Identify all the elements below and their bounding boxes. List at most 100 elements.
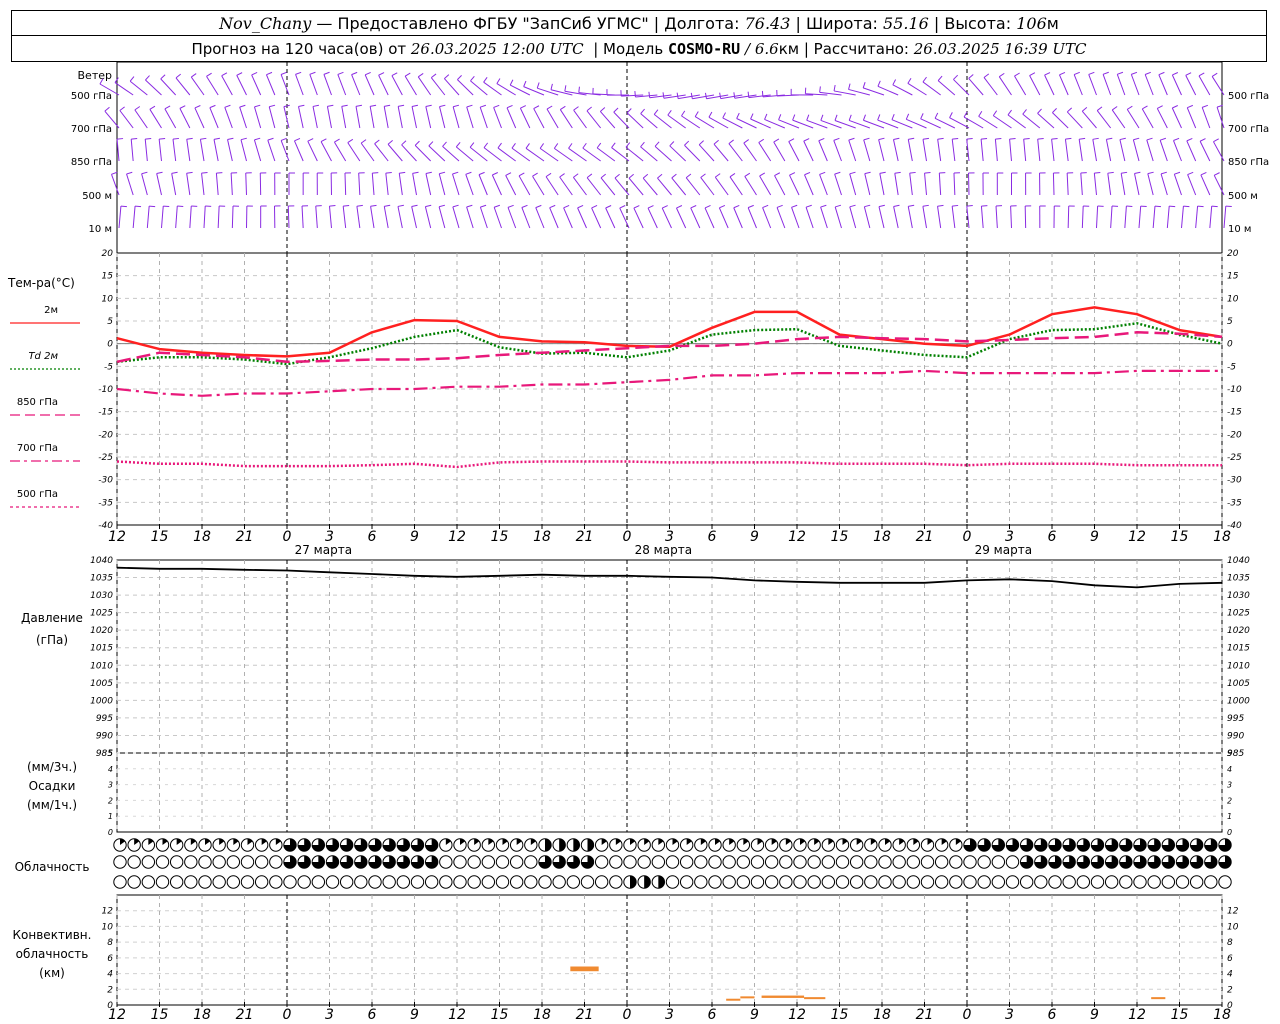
cloud-symbol [1034, 875, 1048, 889]
wind-barb-flag [848, 137, 855, 141]
wind-barb-flag [384, 104, 391, 107]
wind-barb-flag [848, 83, 851, 90]
wind-barb-flag [455, 141, 461, 148]
wind-barb [239, 106, 247, 129]
wind-barb-flag [818, 137, 825, 142]
wind-barb-flag [1186, 137, 1193, 142]
time-axis-bottom-label: 18 [873, 1007, 891, 1023]
wind-level-label-right: 700 гПа [1228, 124, 1269, 135]
pres-ytick-right: 1015 [1227, 644, 1250, 654]
wind-barb [1171, 74, 1182, 96]
pres-ytick-right: 1040 [1227, 556, 1250, 566]
pres-ytick-left: 1030 [90, 591, 113, 601]
wind-barb-flag [671, 173, 677, 179]
wind-barb-flag [507, 204, 514, 208]
wind-barb [559, 109, 573, 129]
wind-barb [1105, 139, 1112, 162]
wind-barb-flag [573, 106, 579, 111]
wind-barb [596, 147, 616, 162]
wind-barb [430, 77, 446, 96]
wind-barb-flag [759, 172, 766, 177]
wind-barb [126, 173, 134, 196]
prec-ytick-right: 0 [1227, 828, 1232, 837]
wind-barb [179, 108, 191, 129]
legend-label-3: 700 гПа [17, 443, 58, 454]
wind-barb [397, 106, 403, 129]
wind-barb-flag [952, 137, 959, 140]
wind-barb-flag [685, 173, 692, 179]
wind-barb-flag [803, 138, 810, 142]
wind-barb [535, 207, 545, 229]
pres-ytick-right: 1000 [1227, 696, 1250, 706]
precip-label: Осадки [29, 779, 76, 793]
wind-barb [491, 174, 502, 196]
wind-barb [141, 173, 148, 196]
wind-barb [1066, 111, 1083, 129]
wind-barb [1088, 74, 1097, 96]
wind-barb-flag [1131, 71, 1138, 75]
wind-barb-flag [1111, 106, 1118, 111]
wind-barb-flag [908, 204, 915, 207]
wind-barb [1187, 174, 1197, 196]
wind-barb-flag [833, 84, 836, 92]
cloud-symbol [1175, 875, 1190, 889]
wind-barb-flag [428, 141, 434, 147]
wind-barb-flag [862, 82, 866, 89]
wind-barb-flag [586, 106, 592, 112]
wind-barb-flag [438, 204, 446, 208]
wind-barb [360, 142, 375, 162]
wind-barb [849, 206, 857, 229]
wind-barb-flag [613, 107, 619, 113]
temp-ytick-right: 0 [1227, 340, 1233, 350]
wind-barb [146, 206, 150, 229]
wind-barb-flag [849, 204, 856, 208]
wind-barb [186, 139, 191, 162]
time-axis-bottom-label: 6 [1048, 1007, 1057, 1023]
wind-barb-flag [1173, 137, 1180, 141]
wind-barb-flag [266, 71, 273, 76]
wind-barb-flag [360, 139, 367, 144]
wind-level-label-right: 10 м [1228, 224, 1251, 235]
wind-barb-flag [117, 138, 124, 140]
temp-ytick-left: -30 [98, 476, 113, 486]
wind-barb [922, 81, 941, 96]
wind-barb [1213, 175, 1225, 196]
wind-barb [411, 106, 417, 129]
wind-barb [937, 139, 942, 162]
wind-barb-flag [835, 204, 842, 208]
wind-barb [685, 177, 701, 196]
time-axis-bottom-label: 3 [1005, 1007, 1014, 1023]
wind-barb [129, 80, 148, 96]
wind-barb [358, 173, 361, 196]
wind-barb-flag [1213, 172, 1220, 176]
cloud-symbol [141, 875, 156, 889]
wind-barb-flag [200, 137, 207, 140]
wind-barb-flag [820, 114, 824, 121]
wind-barb-flag [729, 173, 736, 178]
wind-barb [633, 207, 644, 229]
wind-barb [626, 112, 644, 129]
wind-barb-flag [384, 204, 391, 207]
cloud-symbol [226, 855, 241, 869]
pres-ytick-left: 1025 [90, 609, 113, 619]
wind-barb-flag [893, 137, 900, 140]
wind-barb-flag [404, 72, 411, 77]
wind-barb [759, 175, 772, 196]
wind-barb [175, 206, 178, 229]
time-axis-bottom-label: 6 [368, 1007, 377, 1023]
wind-barb [280, 74, 290, 96]
time-axis-top-label: 18 [533, 529, 551, 545]
wind-barb-flag [1144, 71, 1151, 75]
temp-ytick-right: -35 [1227, 498, 1242, 508]
cloud-symbol [722, 875, 736, 889]
cloud-symbol [509, 875, 524, 889]
cloud-symbol [538, 875, 552, 889]
time-axis-bottom-label: 15 [1171, 1007, 1189, 1023]
cloud-symbol [991, 875, 1006, 889]
time-axis-top-label: 21 [576, 529, 594, 545]
cloud-symbol [963, 855, 977, 869]
wind-barb-flag [806, 114, 810, 121]
wind-barb-flag [397, 204, 404, 207]
wind-barb [577, 207, 587, 229]
wind-barb [863, 206, 871, 229]
